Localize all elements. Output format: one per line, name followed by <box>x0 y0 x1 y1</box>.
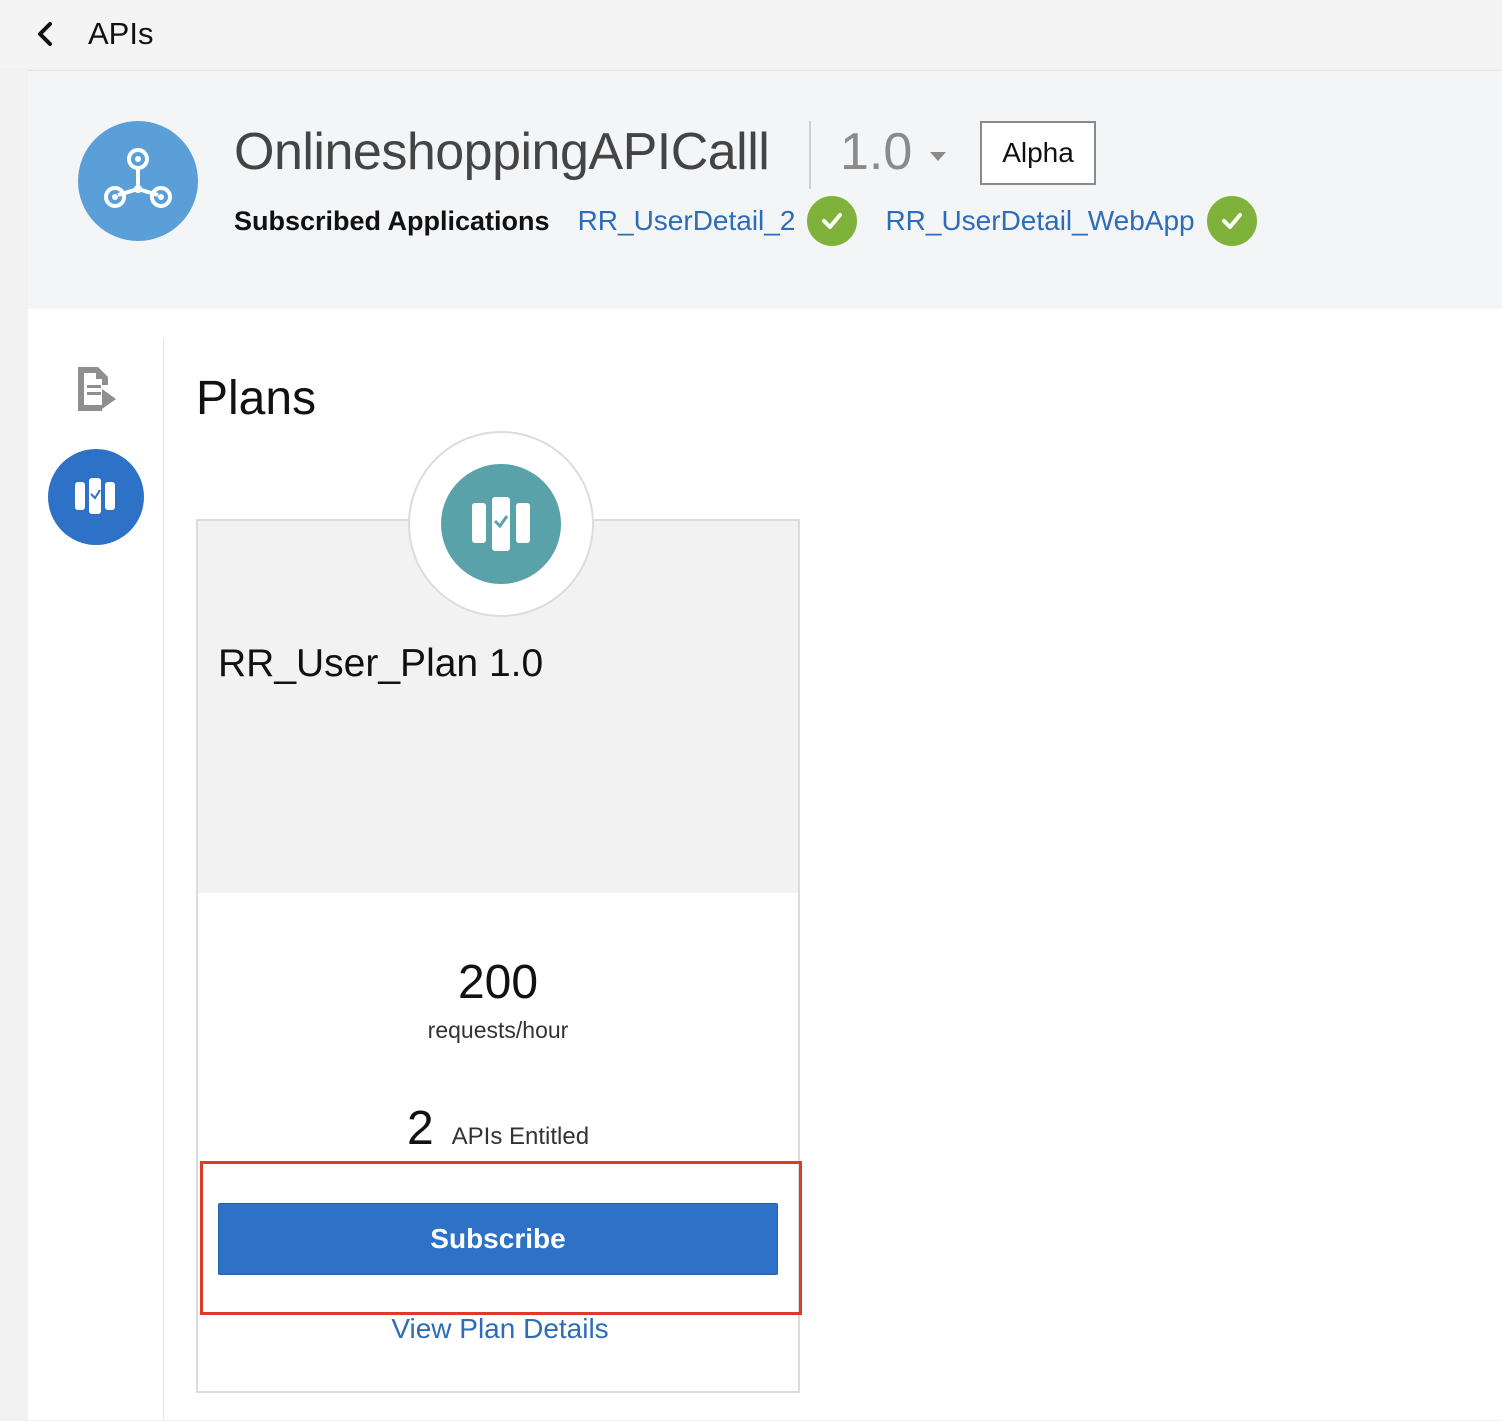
page-title: Plans <box>196 372 317 425</box>
api-header: OnlineshoppingAPICalll 1.0 Alpha Subscri… <box>28 71 1502 309</box>
back-button[interactable] <box>28 16 62 52</box>
subscribed-label: Subscribed Applications <box>234 205 550 236</box>
apis-entitled-count: 2 <box>406 1102 434 1155</box>
caret-down-icon <box>930 151 947 161</box>
subscribed-app: RR_UserDetail_WebApp <box>885 196 1257 246</box>
plans-icon <box>75 478 115 514</box>
subscribed-app-link[interactable]: RR_UserDetail_WebApp <box>885 205 1194 237</box>
side-nav <box>28 339 164 1421</box>
chevron-left-icon <box>38 22 52 46</box>
check-circle-icon <box>807 196 858 246</box>
plan-icon <box>441 464 561 584</box>
subscribed-app-link[interactable]: RR_UserDetail_2 <box>578 205 796 237</box>
plan-name: RR_User_Plan 1.0 <box>218 642 544 685</box>
rate-limit-value: 200 <box>457 956 539 1009</box>
api-title: OnlineshoppingAPICalll <box>234 123 770 181</box>
plans-icon <box>472 497 530 551</box>
top-bar: APIs <box>0 0 1502 68</box>
subscribed-app: RR_UserDetail_2 <box>578 196 858 246</box>
apis-entitled-label: APIs Entitled <box>451 1123 590 1150</box>
document-icon <box>78 367 116 411</box>
nav-item-plans[interactable] <box>48 449 144 545</box>
subscribe-button[interactable]: Subscribe <box>218 1203 778 1275</box>
api-network-icon <box>104 148 172 208</box>
version-value: 1.0 <box>840 123 913 181</box>
nav-item-documentation[interactable] <box>72 363 120 415</box>
subscribed-applications: Subscribed Applications RR_UserDetail_2 … <box>234 195 1285 247</box>
main-panel: OnlineshoppingAPICalll 1.0 Alpha Subscri… <box>28 70 1502 1421</box>
plan-icon-ring <box>408 431 594 617</box>
title-divider <box>809 121 811 189</box>
apis-entitled: 2 APIs Entitled <box>198 1101 798 1156</box>
check-circle-icon <box>1206 196 1257 246</box>
breadcrumb-apis[interactable]: APIs <box>88 14 153 54</box>
status-badge: Alpha <box>980 121 1096 185</box>
rate-limit-unit: requests/hour <box>427 1017 569 1043</box>
api-logo <box>78 121 198 241</box>
view-plan-details-link[interactable]: View Plan Details <box>200 1313 800 1345</box>
version-dropdown[interactable]: 1.0 <box>840 121 947 183</box>
